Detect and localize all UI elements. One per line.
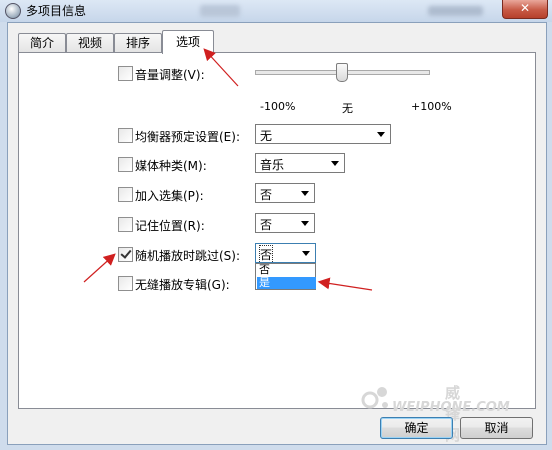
chevron-down-icon (377, 132, 385, 137)
eq-checkbox[interactable] (118, 128, 133, 143)
itunes-app-icon (5, 3, 21, 19)
tab-label: 选项 (175, 35, 200, 49)
slider-min-label: -100% (260, 100, 296, 113)
tab-label: 视频 (77, 36, 102, 50)
slider-mid-label: 无 (342, 102, 353, 115)
slider-max-label: +100% (411, 100, 452, 113)
remember-position-select[interactable]: 否 (255, 213, 315, 233)
media-kind-select[interactable]: 音乐 (255, 153, 345, 173)
tab-summary[interactable]: 简介 (18, 33, 66, 53)
volume-label: 音量调整(V): (135, 68, 205, 82)
dialog-body: 简介 视频 排序 选项 (7, 22, 547, 445)
remember-position-checkbox[interactable] (118, 217, 133, 232)
volume-slider-thumb[interactable] (336, 63, 348, 82)
watermark-en: WEIPHONE.COM (392, 400, 510, 415)
compilation-select-value: 否 (260, 188, 273, 202)
skip-shuffle-select[interactable]: 否 (255, 243, 316, 264)
tab-label: 排序 (125, 36, 150, 50)
ok-button[interactable]: 确定 (380, 417, 453, 439)
media-kind-select-value: 音乐 (260, 158, 285, 172)
compilation-label: 加入选集(P): (135, 189, 204, 203)
chevron-down-icon (301, 221, 309, 226)
media-kind-label: 媒体种类(M): (135, 159, 207, 173)
skip-shuffle-label: 随机播放时跳过(S): (135, 249, 241, 263)
dropdown-option-no[interactable]: 否 (257, 264, 316, 276)
chevron-down-icon (302, 251, 310, 256)
eq-label: 均衡器预定设置(E): (135, 130, 240, 144)
volume-checkbox[interactable] (118, 66, 133, 81)
title-bar: 多项目信息 ✕ (0, 0, 552, 22)
cancel-button[interactable]: 取消 (460, 417, 533, 439)
gapless-checkbox[interactable] (118, 276, 133, 291)
remember-position-select-value: 否 (260, 218, 273, 232)
skip-shuffle-dropdown-list: 否 是 (255, 263, 316, 290)
media-kind-checkbox[interactable] (118, 157, 133, 172)
close-button[interactable]: ✕ (502, 0, 548, 19)
tab-options[interactable]: 选项 (162, 30, 214, 54)
remember-position-label: 记住位置(R): (135, 219, 205, 233)
window-title: 多项目信息 (26, 4, 87, 18)
chevron-down-icon (331, 161, 339, 166)
skip-shuffle-checkbox[interactable] (118, 247, 133, 262)
dropdown-option-yes[interactable]: 是 (257, 277, 316, 289)
eq-select-value: 无 (260, 129, 273, 143)
chevron-down-icon (301, 191, 309, 196)
skip-shuffle-select-value: 否 (258, 245, 274, 264)
blurred-background-text (200, 5, 240, 17)
watermark-logo-icon (361, 387, 388, 409)
tab-sorting[interactable]: 排序 (114, 33, 162, 53)
compilation-checkbox[interactable] (118, 187, 133, 202)
compilation-select[interactable]: 否 (255, 183, 315, 203)
blurred-background-text (428, 6, 483, 16)
tab-video[interactable]: 视频 (66, 33, 114, 53)
gapless-label: 无缝播放专辑(G): (135, 278, 230, 292)
tab-label: 简介 (29, 36, 54, 50)
eq-select[interactable]: 无 (255, 124, 391, 144)
